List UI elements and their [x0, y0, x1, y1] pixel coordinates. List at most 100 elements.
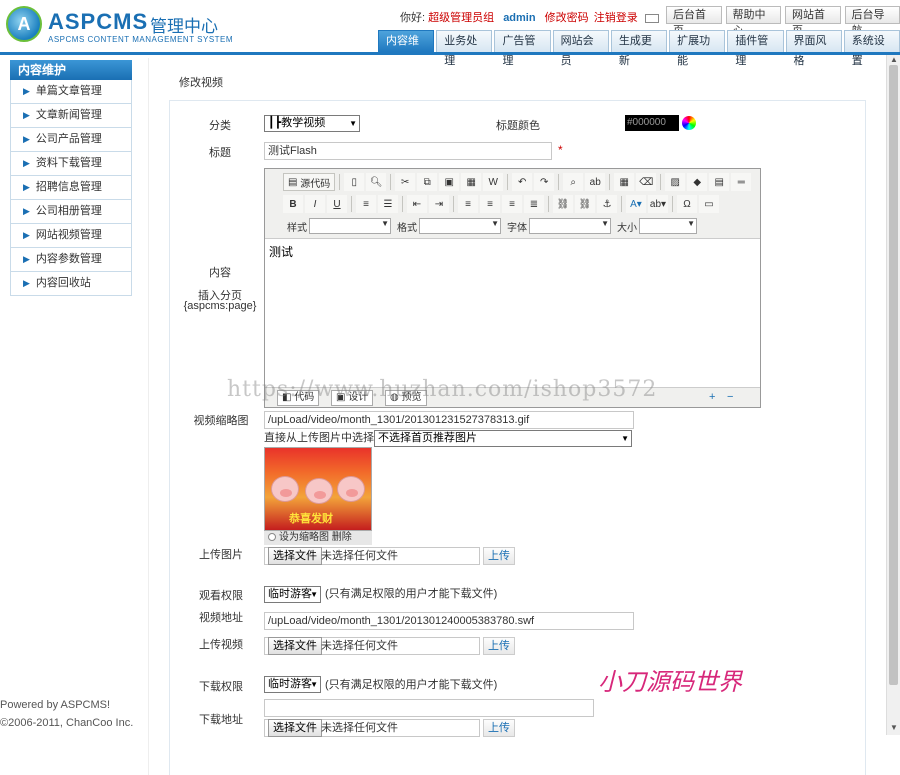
link-icon[interactable]: ⛓	[553, 195, 573, 213]
text-color-icon[interactable]: A▾	[626, 195, 646, 213]
tab-plugins[interactable]: 插件管理	[727, 30, 784, 67]
tab-ads[interactable]: 广告管理	[494, 30, 551, 67]
radio-button[interactable]	[268, 533, 276, 542]
sidebar-item-single-article[interactable]: ▶ 单篇文章管理	[10, 80, 132, 104]
sidebar-title: 内容维护	[10, 60, 132, 80]
title-input[interactable]: 测试Flash	[264, 142, 552, 160]
sidebar-item-downloads[interactable]: ▶ 资料下载管理	[10, 152, 132, 176]
sidebar-item-videos[interactable]: ▶ 网站视频管理	[10, 224, 132, 248]
color-picker-icon[interactable]	[682, 116, 696, 130]
choose-video-button[interactable]: 选择文件	[268, 637, 322, 655]
table-icon[interactable]: ▦	[614, 173, 635, 191]
sidebar-item-jobs[interactable]: ▶ 招聘信息管理	[10, 176, 132, 200]
sidebar-item-params[interactable]: ▶ 内容参数管理	[10, 248, 132, 272]
anchor-icon[interactable]: ⚓	[597, 195, 617, 213]
replace-icon[interactable]: ab	[585, 173, 606, 191]
source-button[interactable]: ▤ 源代码	[283, 173, 336, 191]
format-select[interactable]: ▼	[419, 218, 501, 234]
page-scrollbar[interactable]: ▲ ▼	[886, 55, 900, 735]
style-select[interactable]: ▼	[309, 218, 391, 234]
admin-nav-button[interactable]: 后台导航	[844, 6, 900, 37]
toolbar-row-3: 样式 ▼ 格式 ▼ 字体 ▼ 大小 ▼	[283, 216, 697, 236]
align-left-icon[interactable]: ≡	[458, 195, 478, 213]
font-select[interactable]: ▼	[529, 218, 611, 234]
logout-link[interactable]: 注销登录	[594, 12, 638, 24]
header: A ASPCMS 管理中心 ASPCMS CONTENT MANAGEMENT …	[0, 0, 900, 67]
find-icon[interactable]: ⌕	[563, 173, 584, 191]
watermark-signature: 小刀源码世界	[598, 668, 742, 696]
scroll-thumb[interactable]	[889, 65, 898, 685]
sidebar-item-recycle[interactable]: ▶ 内容回收站	[10, 272, 132, 296]
tab-content[interactable]: 内容维护	[378, 30, 435, 67]
view-permission-select[interactable]: 临时游客 ▼	[264, 586, 321, 603]
download-url-input[interactable]	[264, 699, 594, 717]
download-permission-select[interactable]: 临时游客 ▼	[264, 676, 321, 693]
unordered-list-icon[interactable]: ☰	[378, 195, 398, 213]
sidebar: 内容维护 ▶ 单篇文章管理 ▶ 文章新闻管理 ▶ 公司产品管理 ▶ 资料下载管理 ▶ 招聘…	[10, 60, 132, 296]
choose-from-select[interactable]: 不选择首页推荐图片 ▼	[374, 430, 632, 447]
tab-settings[interactable]: 系统设置	[843, 30, 900, 67]
horizontal-rule-icon[interactable]: ═	[731, 173, 752, 191]
category-label: 分类	[209, 120, 231, 132]
editor-content[interactable]: 测试	[265, 239, 760, 387]
cut-icon[interactable]: ✂	[395, 173, 416, 191]
flash-icon[interactable]: ◆	[687, 173, 708, 191]
image-icon[interactable]: ▨	[665, 173, 686, 191]
tab-members[interactable]: 网站会员	[552, 30, 609, 67]
indent-icon[interactable]: ⇥	[429, 195, 449, 213]
redo-icon[interactable]: ↷	[534, 173, 555, 191]
sidebar-item-albums[interactable]: ▶ 公司相册管理	[10, 200, 132, 224]
preview-icon[interactable]: 🔍︎	[366, 173, 387, 191]
align-right-icon[interactable]: ≡	[502, 195, 522, 213]
unlink-icon[interactable]: ⛓	[575, 195, 595, 213]
change-password-link[interactable]: 修改密码	[545, 12, 589, 24]
italic-icon[interactable]: I	[305, 195, 325, 213]
sidebar-item-products[interactable]: ▶ 公司产品管理	[10, 128, 132, 152]
sidebar-item-news[interactable]: ▶ 文章新闻管理	[10, 104, 132, 128]
app-window: A ASPCMS 管理中心 ASPCMS CONTENT MANAGEMENT …	[0, 0, 900, 775]
table-insert-icon[interactable]: ▤	[709, 173, 730, 191]
tab-extensions[interactable]: 扩展功能	[669, 30, 726, 67]
admin-home-button[interactable]: 后台首页	[666, 6, 722, 37]
sidebar-item-label: 网站视频管理	[35, 229, 102, 241]
upload-button[interactable]: 上传	[483, 547, 515, 565]
tab-business[interactable]: 业务处理	[436, 30, 493, 67]
upload-download-button[interactable]: 上传	[483, 719, 515, 737]
paste-icon[interactable]: ▣	[439, 173, 460, 191]
size-select[interactable]: ▼	[639, 218, 697, 234]
paste-word-icon[interactable]: W	[483, 173, 504, 191]
scroll-up-icon[interactable]: ▲	[890, 55, 898, 64]
title-color-input[interactable]: #000000	[625, 115, 679, 131]
window-toggle-icon[interactable]	[644, 13, 659, 23]
align-justify-icon[interactable]: ≣	[524, 195, 544, 213]
site-home-button[interactable]: 网站首页	[785, 6, 841, 37]
expand-icon[interactable]: +	[709, 391, 715, 403]
tab-generate[interactable]: 生成更新	[610, 30, 668, 67]
shrink-icon[interactable]: −	[727, 391, 733, 403]
ordered-list-icon[interactable]: ≡	[356, 195, 376, 213]
category-select[interactable]: ┃┣教学视频 ▼	[264, 115, 360, 132]
scroll-down-icon[interactable]: ▼	[890, 723, 898, 732]
video-url-input[interactable]: /upLoad/video/month_1301/201301240005383…	[264, 612, 634, 630]
choose-download-button[interactable]: 选择文件	[268, 719, 322, 737]
paste-text-icon[interactable]: ▦	[461, 173, 482, 191]
maximize-icon[interactable]: ▭	[699, 195, 719, 213]
powered-by: Powered by ASPCMS!	[0, 699, 111, 711]
special-char-icon[interactable]: Ω	[677, 195, 697, 213]
help-center-button[interactable]: 帮助中心	[725, 6, 781, 37]
outdent-icon[interactable]: ⇤	[407, 195, 427, 213]
underline-icon[interactable]: U	[327, 195, 347, 213]
tab-skins[interactable]: 界面风格	[785, 30, 842, 67]
align-center-icon[interactable]: ≡	[480, 195, 500, 213]
upload-video-button[interactable]: 上传	[483, 637, 515, 655]
no-download-text: 未选择任何文件	[321, 722, 398, 734]
eraser-icon[interactable]: ⌫	[636, 173, 657, 191]
thumbnail-path-input[interactable]: /upLoad/video/month_1301/201301231527378…	[264, 411, 634, 429]
copy-icon[interactable]: ⧉	[417, 173, 438, 191]
brand-name: ASPCMS	[48, 9, 149, 34]
choose-file-button[interactable]: 选择文件	[268, 547, 322, 565]
undo-icon[interactable]: ↶	[512, 173, 533, 191]
spellcheck-icon[interactable]: ab▾	[648, 195, 668, 213]
bold-icon[interactable]: B	[283, 195, 303, 213]
new-page-icon[interactable]: ▯	[344, 173, 365, 191]
